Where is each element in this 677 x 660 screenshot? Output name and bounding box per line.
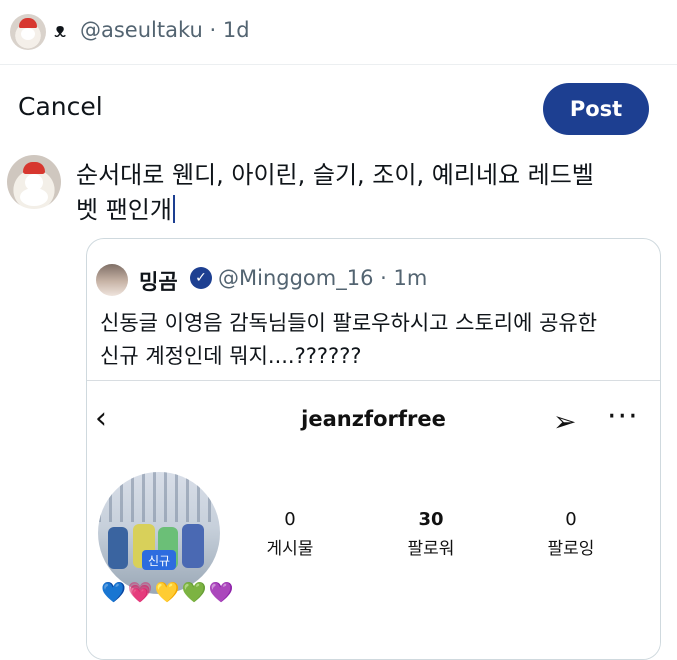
post-button[interactable]: Post [543,83,649,135]
quote-author-handle: @Minggom_16 · 1m [218,266,428,290]
following-stat: 0 팔로잉 [526,509,616,559]
top-bar: ᴥ @aseultaku · 1d [0,0,677,65]
cancel-button[interactable]: Cancel [18,92,103,121]
avatar-hat [23,162,45,174]
new-badge: 신규 [142,550,176,570]
quote-author-name: 밍곰 [139,270,178,294]
more-icon: ··· [607,399,639,434]
compose-avatar[interactable] [7,155,61,209]
avatar-face [21,28,35,40]
avatar-hat [19,18,37,28]
followers-count: 30 [418,509,444,530]
profile-person [182,524,204,568]
quoted-post[interactable]: 밍곰 ✓ @Minggom_16 · 1m 신동글 이영음 감독님들이 팔로우하… [86,238,661,660]
avatar[interactable] [10,14,46,50]
profile-person [108,527,128,569]
compose-text-field[interactable]: 순서대로 웬디, 아이린, 슬기, 조이, 예리네요 레드벨 벳 팬인개 [76,158,666,228]
text-caret [172,195,175,223]
reply-handle: @aseultaku · 1d [80,18,250,42]
quoted-image[interactable]: ‹ jeanzforfree ➢ ··· 0 게시물 30 팔로워 0 팔로잉 … [87,380,660,659]
followers-label: 팔로워 [407,539,455,559]
profile-picture-background [98,472,220,522]
avatar-body [20,188,48,206]
quote-text: 신동글 이영음 감독님들이 팔로우하시고 스토리에 공유한 신규 계정인데 뭐지… [100,311,598,368]
verified-icon: ✓ [190,267,212,289]
send-icon: ➢ [553,405,577,438]
compose-text: 순서대로 웬디, 아이린, 슬기, 조이, 예리네요 레드벨 벳 팬인개 [76,161,594,224]
profile-picture [98,472,220,594]
following-count: 0 [565,509,577,530]
hearts-row: 💙💗💛💚💜 [101,580,236,604]
posts-label: 게시물 [266,539,314,559]
quote-avatar[interactable] [96,264,128,296]
posts-count: 0 [284,509,296,530]
posts-stat: 0 게시물 [245,509,335,559]
following-label: 팔로잉 [547,539,595,559]
symbol-icon: ᴥ [54,18,67,42]
followers-stat: 30 팔로워 [386,509,476,559]
